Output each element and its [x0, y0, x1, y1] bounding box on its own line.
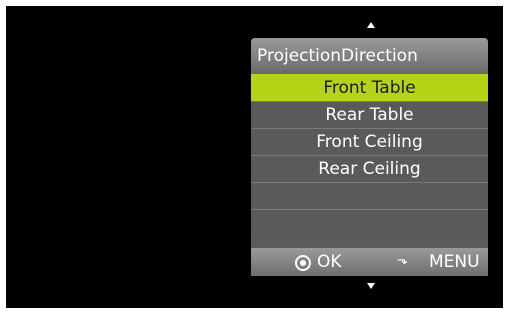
ok-label[interactable]: OK — [317, 248, 342, 276]
menu-title: ProjectionDirection — [251, 38, 488, 74]
option-front-table[interactable]: Front Table — [251, 74, 488, 101]
option-rear-ceiling[interactable]: Rear Ceiling — [251, 155, 488, 182]
ok-circle-icon[interactable] — [295, 255, 311, 271]
option-rear-table[interactable]: Rear Table — [251, 101, 488, 128]
option-list: Front Table Rear Table Front Ceiling Rea… — [251, 74, 488, 236]
screen: ProjectionDirection Front Table Rear Tab… — [0, 0, 510, 314]
menu-footer: OK ⬎ MENU — [251, 248, 488, 276]
return-arrow-icon[interactable]: ⬎ — [397, 248, 408, 276]
up-arrow-icon[interactable] — [367, 22, 375, 28]
down-arrow-icon[interactable] — [367, 283, 375, 289]
empty-row — [251, 209, 488, 236]
menu-label[interactable]: MENU — [429, 248, 480, 276]
empty-row — [251, 182, 488, 209]
projection-direction-menu: ProjectionDirection Front Table Rear Tab… — [251, 38, 488, 276]
option-front-ceiling[interactable]: Front Ceiling — [251, 128, 488, 155]
